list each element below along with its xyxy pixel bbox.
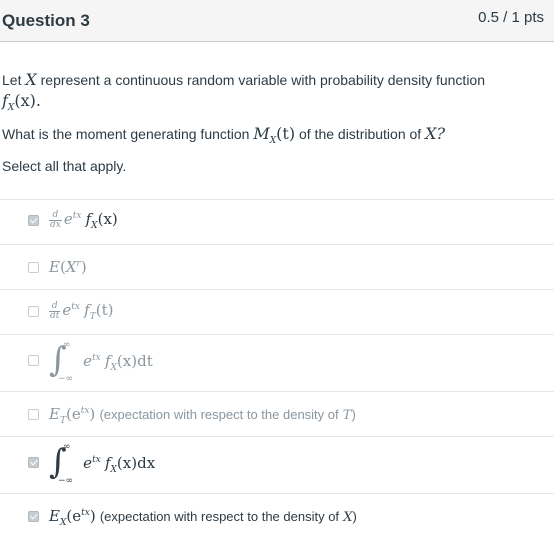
question-header: Question 3 0.5 / 1 pts [0,0,554,42]
answer-option[interactable]: ∫ ∞ −∞ etx fX(x)dx [0,436,554,493]
answer-label: ∫ ∞ −∞ etx fX(x)dx [49,442,156,486]
answer-checkbox[interactable] [28,511,39,522]
answer-option[interactable]: d dt etx fT(t) [0,289,554,334]
question-points: 0.5 / 1 pts [478,9,544,26]
answer-option[interactable]: ET(etx) (expectation with respect to the… [0,391,554,436]
derivative-fraction: d dt [49,300,61,321]
answer-checkbox[interactable] [28,457,39,468]
answer-label: ∫ ∞ −∞ etx fX(x)dt [49,340,153,384]
question-instruction: Select all that apply. [2,158,127,174]
mgf-symbol: M [253,124,270,143]
answer-checkbox[interactable] [28,355,39,366]
stem-variable: X [25,70,37,89]
answer-option[interactable]: d dx etx fX(x) [0,199,554,244]
stem-text: of the distribution of [298,126,422,142]
answer-option[interactable]: E(Xr) [0,244,554,289]
answer-option[interactable]: EX(etx) (expectation with respect to the… [0,493,554,538]
integral-symbol: ∫ ∞ −∞ [49,442,74,486]
answer-label: E(Xr) [49,258,87,276]
mgf-argument: (t) [276,124,296,143]
question-title: Question 3 [2,11,90,30]
derivative-fraction: d dx [49,209,62,230]
integral-symbol: ∫ ∞ −∞ [49,340,74,384]
question-stem-line1: Let X represent a continuous random vari… [2,70,550,89]
question-stem-pdf: fX(x). [2,91,550,113]
pdf-argument: (x). [14,91,41,110]
stem-text: Let [2,72,22,88]
answer-label: d dx etx fX(x) [49,209,118,231]
answer-checkbox[interactable] [28,262,39,273]
answer-checkbox[interactable] [28,215,39,226]
answer-option[interactable]: ∫ ∞ −∞ etx fX(x)dt [0,334,554,391]
stem-variable: X? [425,124,446,143]
answer-checkbox[interactable] [28,409,39,420]
question-stem-line2: What is the moment generating function M… [2,124,550,146]
answer-checkbox[interactable] [28,306,39,317]
answer-label: d dt etx fT(t) [49,300,114,322]
answer-label: EX(etx) (expectation with respect to the… [49,507,357,528]
stem-text: What is the moment generating function [2,126,250,142]
stem-text: represent a continuous random variable w… [40,72,486,88]
answer-label: ET(etx) (expectation with respect to the… [49,405,356,426]
